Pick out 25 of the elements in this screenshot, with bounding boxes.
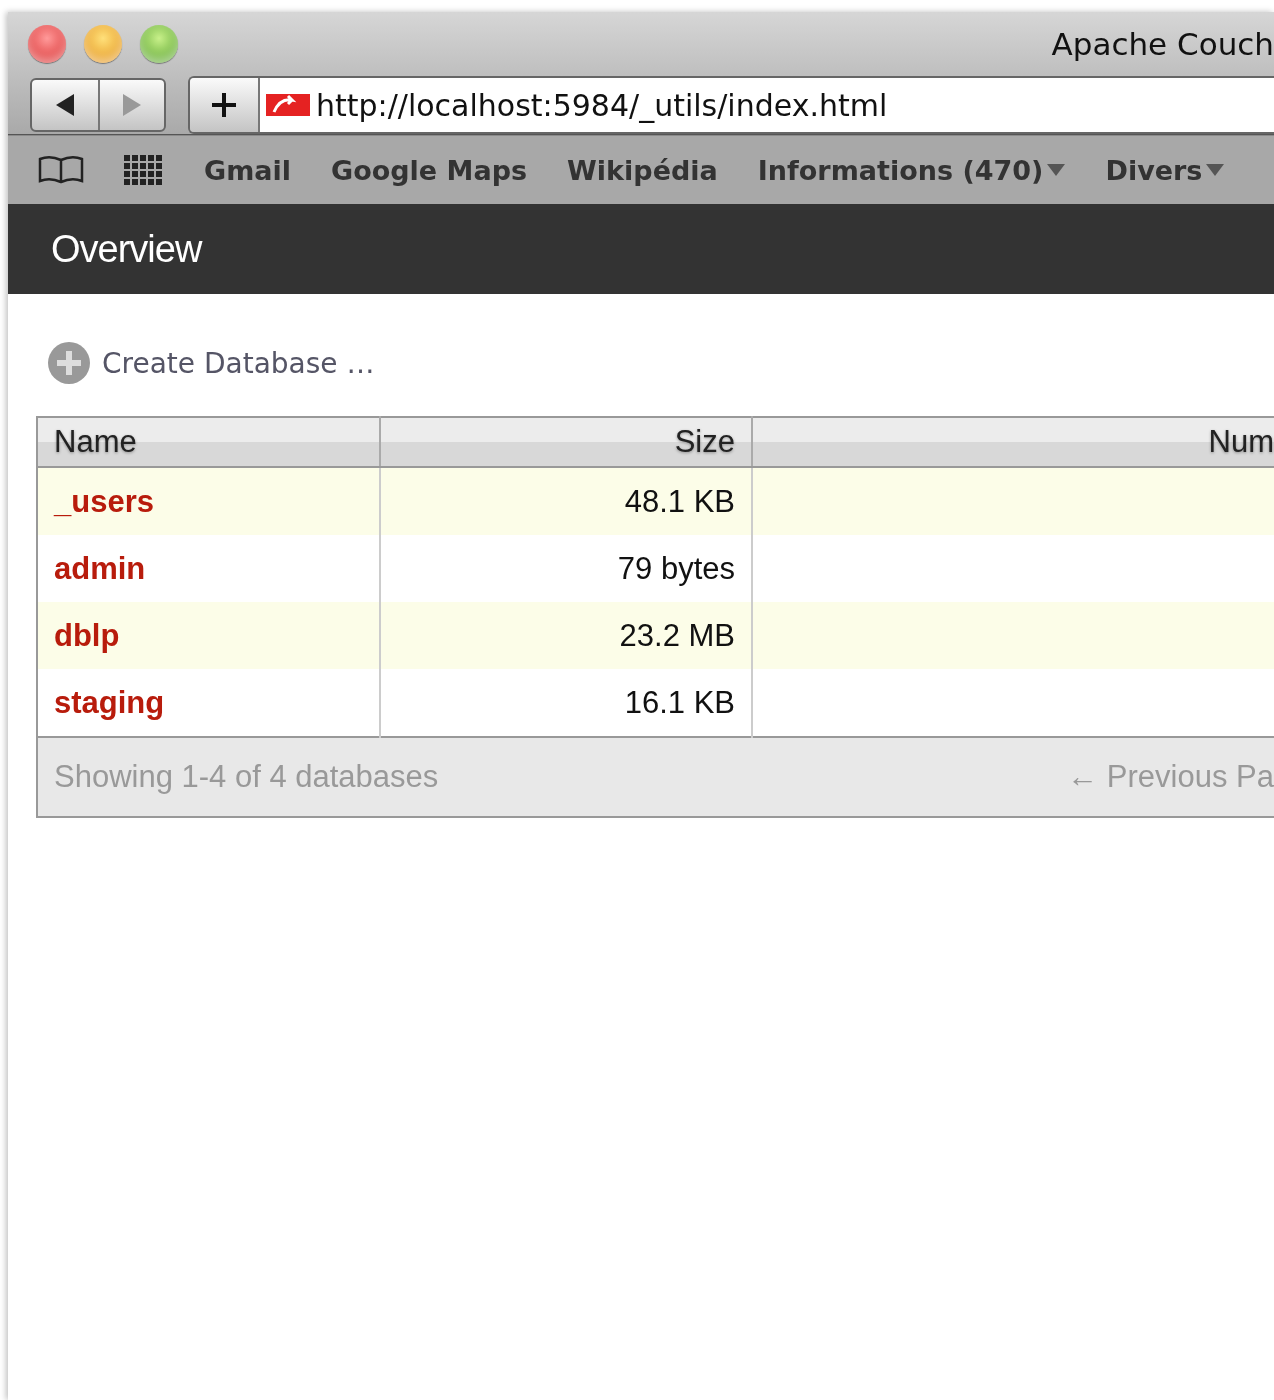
column-header[interactable]: Num: [752, 417, 1274, 467]
bookmark-link[interactable]: Informations (470): [757, 154, 1066, 186]
create-database-button[interactable]: Create Database …: [48, 342, 375, 384]
grid-icon[interactable]: [124, 155, 164, 185]
bookmark-link[interactable]: Google Maps: [331, 154, 528, 186]
page-title: Overview: [51, 227, 202, 271]
caret-icon: [1047, 164, 1066, 176]
bookmark-link[interactable]: Wikipédia: [567, 154, 718, 186]
size-text: 23.2 MB: [619, 617, 735, 653]
book-icon[interactable]: [38, 155, 84, 185]
database-link[interactable]: _users: [54, 483, 154, 519]
column-header[interactable]: Size: [380, 417, 752, 467]
bookmark-link[interactable]: Gmail: [204, 154, 292, 186]
plus-circle-icon: [48, 342, 90, 384]
bookmark-link[interactable]: Divers: [1105, 154, 1225, 186]
caret-icon: [1206, 164, 1225, 176]
database-link[interactable]: staging: [54, 684, 165, 720]
column-header[interactable]: Name: [37, 417, 380, 467]
window-title: Apache Couch: [1051, 26, 1274, 62]
database-link[interactable]: dblp: [54, 617, 120, 653]
database-link[interactable]: admin: [54, 550, 146, 586]
summary-text: Showing 1-4 of 4 databases: [54, 759, 439, 795]
size-text: 16.1 KB: [624, 684, 735, 720]
size-text: 48.1 KB: [624, 483, 735, 519]
size-text: 79 bytes: [617, 550, 735, 586]
